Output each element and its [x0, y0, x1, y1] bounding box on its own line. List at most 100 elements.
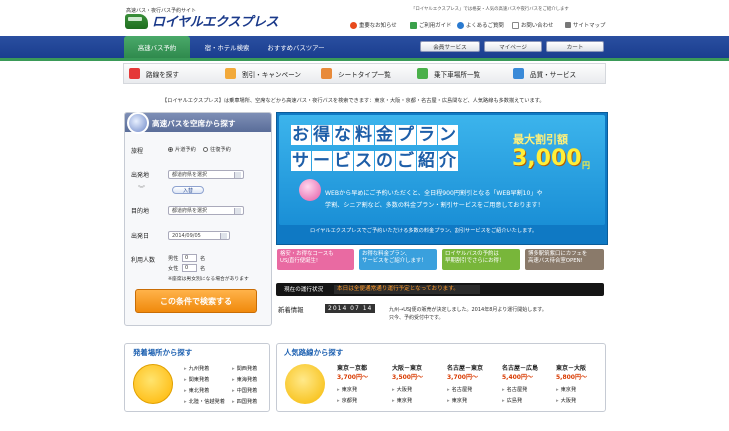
guide-link[interactable]: ご利用ガイド	[410, 21, 451, 29]
guide-icon	[410, 21, 417, 29]
hakata-cafe-banner[interactable]: 博多駅筑紫口にカフェを 高速バス待合室OPEN!	[525, 249, 604, 270]
radio-checked-icon	[168, 147, 173, 152]
trophy-icon	[285, 364, 325, 404]
question-icon	[457, 21, 464, 29]
route-title[interactable]: 東京－大阪	[556, 363, 586, 372]
nav-underline	[0, 58, 729, 61]
cat-quality[interactable]: 品質・サービス	[513, 66, 576, 81]
banner-title-line2: サービスのご紹介	[291, 151, 458, 171]
route-link[interactable]: 京都発	[337, 397, 358, 404]
male-count-select[interactable]: 0	[182, 254, 197, 262]
banner-max-label: 最大割引額	[513, 133, 568, 146]
banner-yen: 円	[582, 161, 590, 170]
from-select[interactable]: 都道府県を選択	[168, 170, 244, 179]
popular-title: 人気路線から探す	[284, 348, 344, 357]
to-label: 目的地	[131, 208, 150, 215]
banner-amount: 3,000	[512, 146, 582, 171]
banner-desc-2: 学割、シニア割など、多数の料金プラン・割引サービスをご用意しております！	[325, 202, 544, 209]
dep-tokai[interactable]: 東海発着	[232, 376, 258, 383]
route-price: 5,800円～	[556, 374, 587, 381]
news-item[interactable]: 九州→USJ便の販売が決定しました。2014年8月より運行開始します。 只今、予約…	[389, 306, 547, 322]
route-link[interactable]: 東京発	[337, 386, 358, 393]
route-title[interactable]: 大阪－東京	[392, 363, 422, 372]
route-link[interactable]: 広島発	[502, 397, 523, 404]
route-icon	[129, 68, 140, 79]
map-pin-icon	[417, 68, 428, 79]
departures-title: 発着場所から探す	[133, 348, 193, 357]
site-tagline: 「ロイヤルエクスプレス」では格安・人気の高速バスや夜行バスをご紹介します	[411, 7, 569, 12]
roundtrip-radio[interactable]: 往復予約	[203, 146, 231, 153]
dep-tohoku[interactable]: 東北発着	[184, 387, 210, 394]
sitemap-icon	[565, 22, 571, 28]
cart-button[interactable]: カート	[546, 41, 604, 52]
date-input[interactable]: 2014/09/05	[168, 231, 230, 240]
to-select[interactable]: 都道府県を選択	[168, 206, 244, 215]
route-link[interactable]: 名古屋発	[447, 386, 473, 393]
dep-kanto[interactable]: 関東発着	[184, 376, 210, 383]
route-title[interactable]: 名古屋－広島	[502, 363, 538, 372]
male-unit: 名	[200, 256, 206, 262]
status-text[interactable]: 本日は全便通常通り運行予定となっております。	[334, 285, 480, 294]
sitemap-link[interactable]: サイトマップ	[565, 21, 605, 29]
chevron-down-icon: ︾	[138, 185, 145, 193]
seat-icon	[321, 68, 332, 79]
faq-link[interactable]: よくあるご質問	[457, 21, 504, 29]
dep-kansai[interactable]: 関西発着	[232, 365, 258, 372]
cat-seat-types[interactable]: シートタイプ一覧	[321, 66, 391, 81]
logo-bus-icon[interactable]	[125, 14, 148, 29]
route-link[interactable]: 名古屋発	[502, 386, 528, 393]
intro-text: 【ロイヤルエクスプレス】は乗車場所、空席などから高速バス・夜行バスを検索できます…	[162, 98, 545, 104]
news-date: 2014 07 14	[325, 304, 376, 313]
pax-note: ※座席は男女別になる場合があります	[168, 277, 249, 282]
cat-stops[interactable]: 乗下車場所一覧	[417, 66, 480, 81]
banner-desc-1: WEBから早めにご予約いただくと、全日程900円割引となる「WEB早割10」や	[325, 190, 543, 197]
member-service-button[interactable]: 会員サービス	[420, 41, 480, 52]
tab-highway-bus[interactable]: 高速バス予約	[124, 36, 190, 58]
swap-button[interactable]: 入替	[172, 186, 204, 194]
global-nav	[0, 36, 729, 58]
route-link[interactable]: 東京発	[447, 397, 468, 404]
alert-icon	[350, 21, 357, 29]
magnifier-icon	[127, 112, 149, 134]
dep-chugoku[interactable]: 中国発着	[232, 387, 258, 394]
quality-icon	[513, 68, 524, 79]
route-link[interactable]: 大阪発	[556, 397, 577, 404]
female-count-select[interactable]: 0	[182, 264, 197, 272]
from-label: 出発地	[131, 172, 150, 179]
dep-kyushu[interactable]: 九州発着	[184, 365, 210, 372]
date-label: 出発日	[131, 233, 150, 240]
route-price: 5,400円～	[502, 374, 533, 381]
balloon-icon	[299, 179, 321, 201]
tab-hotel-search[interactable]: 宿・ホテル検索	[200, 36, 254, 58]
cat-route-search[interactable]: 路線を探す	[129, 66, 179, 81]
female-unit: 名	[200, 266, 206, 272]
dep-shikoku[interactable]: 四国発着	[232, 398, 258, 405]
route-link[interactable]: 大阪発	[392, 386, 413, 393]
cat-discount[interactable]: 割引・キャンペーン	[225, 66, 301, 81]
site-logo[interactable]: ロイヤルエクスプレス	[152, 11, 279, 30]
search-submit-button[interactable]: この条件で検索する	[135, 289, 257, 313]
route-price: 3,500円～	[392, 374, 423, 381]
contact-link[interactable]: お問い合わせ	[512, 21, 553, 29]
route-price: 3,700円～	[337, 374, 368, 381]
mypage-button[interactable]: マイページ	[484, 41, 542, 52]
plan-banner[interactable]: お得な料金プラン、 サービスをご紹介します！	[359, 249, 437, 270]
important-notice-link[interactable]: 重要なお知らせ	[350, 21, 397, 29]
discount-icon	[225, 68, 236, 79]
mail-icon	[512, 21, 519, 29]
male-label: 男性	[168, 256, 179, 262]
route-price: 3,700円～	[447, 374, 478, 381]
oneway-radio[interactable]: 片道予約	[168, 146, 196, 153]
status-label: 現在の運行状況	[284, 287, 324, 293]
early-discount-banner[interactable]: ロイヤルバスの予約は 早期割引でさらにお得！	[442, 249, 520, 270]
tab-bus-tour[interactable]: おすすめバスツアー	[262, 36, 330, 58]
dep-hokuriku[interactable]: 北陸・信越発着	[184, 398, 225, 405]
route-title[interactable]: 東京－京都	[337, 363, 367, 372]
usj-banner[interactable]: 格安・お得なコースも USJ直行便誕生!	[277, 249, 354, 270]
japan-map-icon	[133, 364, 173, 404]
route-link[interactable]: 東京発	[392, 397, 413, 404]
route-link[interactable]: 東京発	[556, 386, 577, 393]
banner-title-line1: お得な料金プラン	[291, 125, 458, 145]
route-title[interactable]: 名古屋－東京	[447, 363, 483, 372]
banner-footer: ロイヤルエクスプレスでご予約いただける多数の料金プラン、割引サービスをご紹介いた…	[310, 228, 538, 234]
